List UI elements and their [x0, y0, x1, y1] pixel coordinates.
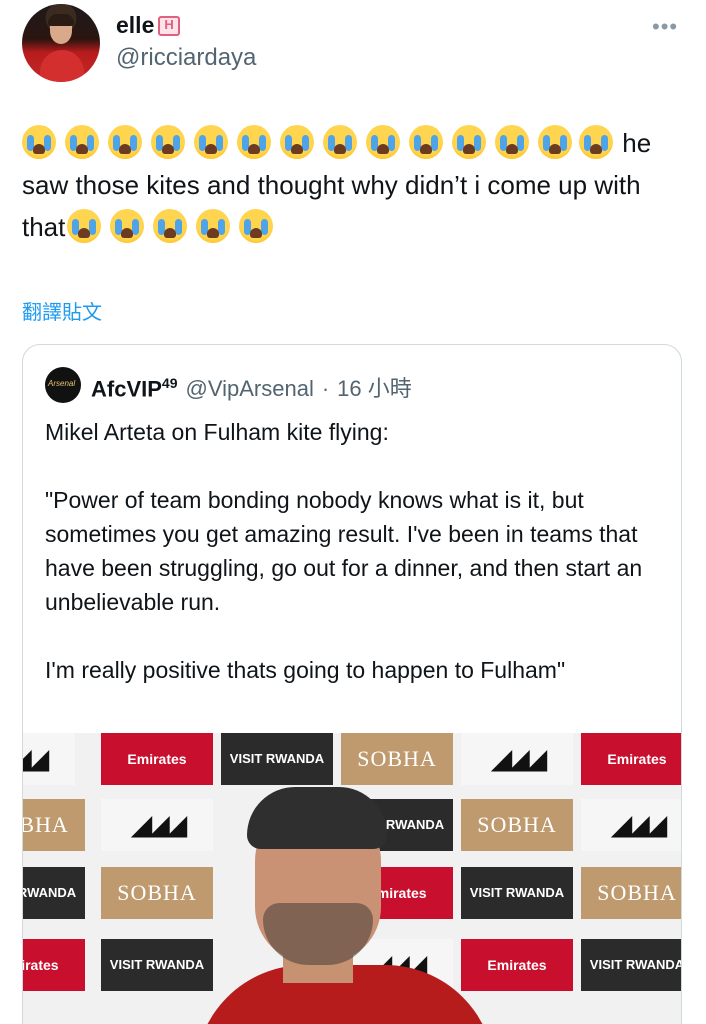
sponsor-sobha: SOBHA [341, 733, 453, 785]
crying-face-icon [67, 209, 102, 243]
name-row: elle [116, 12, 181, 39]
user-avatar[interactable] [22, 4, 100, 82]
sponsor-sobha: SOBHA [101, 867, 213, 919]
crying-face-icon [194, 125, 228, 159]
sponsor-visit-rwanda: VISIT RWANDA [581, 939, 681, 991]
crying-face-icon [538, 125, 572, 159]
crying-face-icon [323, 125, 357, 159]
quoted-tweet-card[interactable]: AfcVIP49 @VipArsenal · 16 小時 Mikel Artet… [22, 344, 682, 1024]
quoted-author-row: AfcVIP49 @VipArsenal · 16 小時 [91, 371, 412, 403]
adidas-logo-icon: ◢◢◢ [581, 799, 681, 851]
sponsor-emirates: Emirates [581, 733, 681, 785]
quoted-avatar[interactable] [45, 367, 81, 403]
quoted-separator: · [321, 376, 330, 401]
avatar-hair [48, 14, 74, 26]
crying-face-icon [108, 125, 142, 159]
crying-face-icon [151, 125, 185, 159]
crying-face-icon [495, 125, 529, 159]
crying-face-icon [237, 125, 271, 159]
crying-face-icon [452, 125, 486, 159]
quoted-timestamp[interactable]: 16 小時 [337, 371, 412, 403]
quoted-text: Mikel Arteta on Fulham kite flying: "Pow… [45, 419, 643, 683]
crying-face-icon [409, 125, 443, 159]
crying-face-icon [579, 125, 614, 159]
quoted-handle[interactable]: @VipArsenal [186, 376, 314, 402]
sponsor-visit-rwanda: VISIT RWANDA [221, 733, 333, 785]
user-handle[interactable]: @ricciardaya [116, 44, 256, 72]
tweet-text: he saw those kites and thought why didn’… [22, 122, 682, 248]
sponsor-sobha: SOBHA [461, 799, 573, 851]
crying-face-icon [22, 125, 56, 159]
crying-face-icon [153, 209, 188, 243]
hotel-emoji-icon [158, 15, 181, 36]
more-dots-icon[interactable]: ••• [652, 14, 678, 40]
crying-face-icon [280, 125, 314, 159]
adidas-logo-icon: ◢◢◢ [23, 733, 75, 785]
sponsor-emirates: Emirates [101, 733, 213, 785]
quoted-name-sup: 49 [161, 374, 178, 391]
press-conference-photo[interactable]: ◢◢◢ Emirates VISIT RWANDA SOBHA ◢◢◢ Emir… [23, 733, 681, 1024]
sponsor-emirates: Emirates [461, 939, 573, 991]
crying-face-icon [239, 209, 274, 243]
sponsor-sobha: SOBHA [581, 867, 681, 919]
adidas-logo-icon: ◢◢◢ [101, 799, 213, 851]
crying-emoji-row [22, 125, 572, 159]
avatar-jersey [40, 50, 84, 82]
sponsor-visit-rwanda: VISIT RWANDA [101, 939, 213, 991]
crying-face-icon [110, 209, 145, 243]
person-hair [247, 787, 387, 849]
crying-face-icon [366, 125, 400, 159]
translate-post-link[interactable]: 翻譯貼文 [22, 296, 102, 325]
display-name[interactable]: elle [116, 12, 154, 39]
quoted-name-text: AfcVIP [91, 376, 162, 401]
crying-face-icon [65, 125, 99, 159]
crying-face-icon [196, 209, 231, 243]
sponsor-emirates: Emirates [23, 939, 85, 991]
sponsor-visit-rwanda: VISIT RWANDA [23, 867, 85, 919]
sponsor-visit-rwanda: VISIT RWANDA [461, 867, 573, 919]
quoted-display-name[interactable]: AfcVIP49 [91, 375, 178, 402]
sponsor-sobha: SOBHA [23, 799, 85, 851]
adidas-logo-icon: ◢◢◢ [461, 733, 573, 785]
